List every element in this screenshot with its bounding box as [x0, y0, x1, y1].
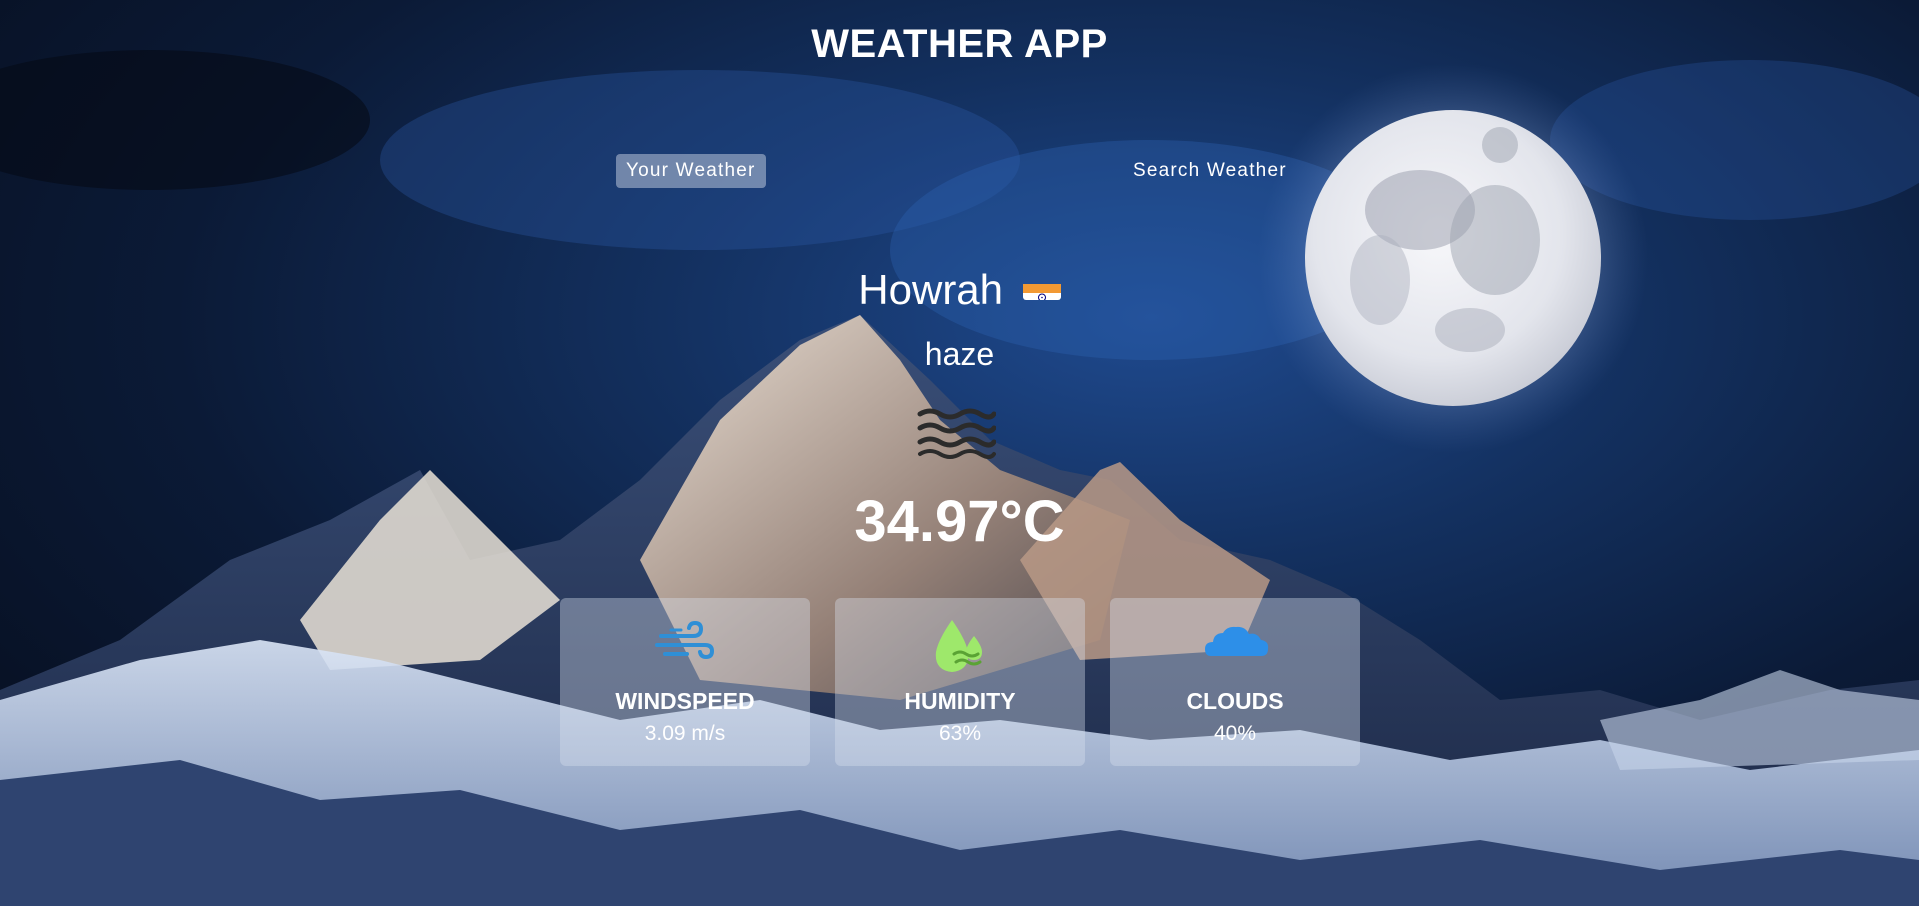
temperature-value: 34.97°C	[854, 489, 1065, 554]
clouds-card: CLOUDS 40%	[1110, 598, 1360, 766]
tab-your-weather[interactable]: Your Weather	[616, 154, 766, 188]
humidity-icon	[935, 620, 982, 672]
haze-icon	[916, 404, 997, 460]
clouds-value: 40%	[1213, 722, 1257, 745]
location-row: Howrah	[0, 266, 1919, 314]
humidity-card: HUMIDITY 63%	[835, 598, 1085, 766]
city-name: Howrah	[858, 266, 1004, 313]
cloud-icon	[1205, 626, 1269, 656]
clouds-label: CLOUDS	[1186, 688, 1284, 714]
weather-description: haze	[924, 336, 995, 372]
windspeed-card: WINDSPEED 3.09 m/s	[560, 598, 810, 766]
app-title: WEATHER APP	[811, 22, 1108, 66]
india-flag-icon	[1022, 273, 1061, 300]
wind-icon	[655, 620, 715, 660]
humidity-label: HUMIDITY	[904, 688, 1016, 714]
windspeed-value: 3.09 m/s	[644, 722, 726, 745]
windspeed-label: WINDSPEED	[615, 688, 755, 714]
tab-search-weather[interactable]: Search Weather	[1123, 154, 1297, 188]
humidity-value: 63%	[938, 722, 982, 745]
